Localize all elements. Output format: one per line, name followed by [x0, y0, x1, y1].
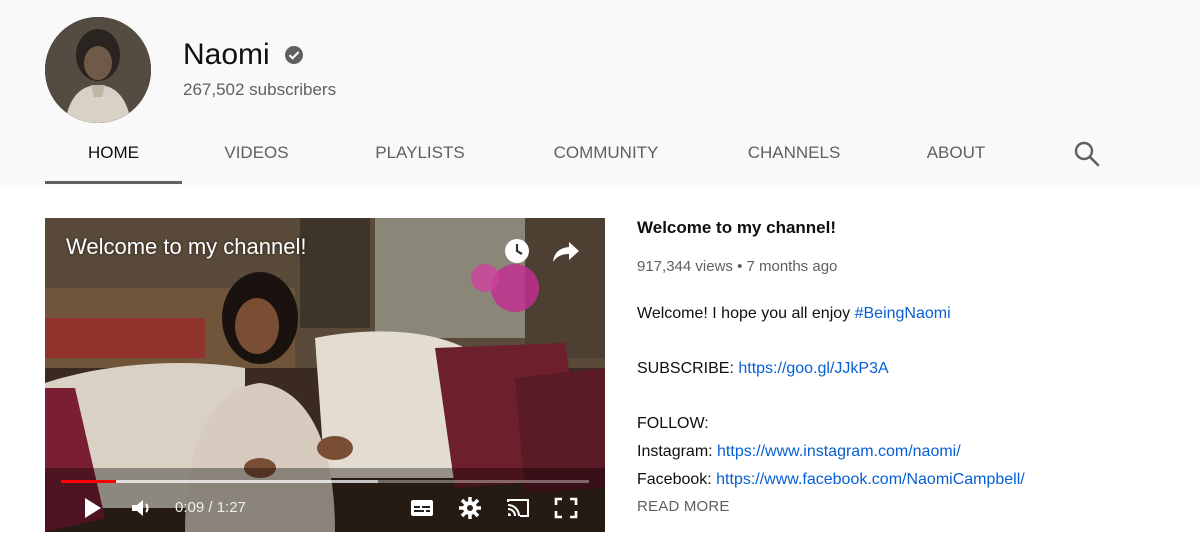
- play-icon[interactable]: [80, 496, 106, 520]
- instagram-label: Instagram:: [637, 443, 718, 460]
- description-line: Instagram: https://www.instagram.com/nao…: [637, 438, 1157, 466]
- read-more-button[interactable]: READ MORE: [637, 498, 1157, 515]
- tab-community[interactable]: COMMUNITY: [535, 133, 677, 185]
- video-title[interactable]: Welcome to my channel!: [637, 215, 1157, 241]
- share-arrow-icon[interactable]: [551, 236, 581, 266]
- verified-check-icon: [284, 46, 303, 64]
- subscribe-link[interactable]: https://goo.gl/JJkP3A: [738, 360, 888, 377]
- player-overlay-title[interactable]: Welcome to my channel!: [66, 234, 306, 260]
- cast-icon[interactable]: [505, 496, 531, 520]
- hashtag-link[interactable]: #BeingNaomi: [855, 305, 951, 322]
- video-player[interactable]: Welcome to my channel! 0:09 / 1:27: [45, 218, 605, 532]
- video-meta: 917,344 views • 7 months ago: [637, 258, 838, 275]
- channel-title: Naomi: [183, 38, 304, 72]
- captions-icon[interactable]: [409, 496, 435, 520]
- gear-icon[interactable]: [457, 496, 483, 520]
- video-description: Welcome! I hope you all enjoy #BeingNaom…: [637, 300, 1157, 494]
- tab-about[interactable]: ABOUT: [910, 133, 1002, 185]
- search-icon[interactable]: [1073, 140, 1101, 168]
- subscribe-label: SUBSCRIBE:: [637, 360, 739, 377]
- tab-channels[interactable]: CHANNELS: [732, 133, 856, 185]
- featured-video-info: Welcome to my channel! 917,344 views • 7…: [637, 215, 1157, 515]
- fullscreen-icon[interactable]: [553, 496, 579, 520]
- follow-label: FOLLOW:: [637, 415, 709, 432]
- facebook-link[interactable]: https://www.facebook.com/NaomiCampbell/: [716, 471, 1025, 488]
- tab-playlists[interactable]: PLAYLISTS: [360, 133, 480, 185]
- channel-avatar[interactable]: [45, 17, 151, 123]
- player-time: 0:09 / 1:27: [175, 499, 246, 516]
- progress-fill: [61, 480, 116, 483]
- tab-videos[interactable]: VIDEOS: [205, 133, 308, 185]
- channel-name: Naomi: [183, 38, 270, 71]
- volume-icon[interactable]: [129, 496, 155, 520]
- clock-icon[interactable]: [502, 236, 532, 266]
- channel-tabs: HOME VIDEOS PLAYLISTS COMMUNITY CHANNELS…: [0, 133, 1200, 185]
- progress-bar[interactable]: [61, 480, 589, 483]
- subscriber-count: 267,502 subscribers: [183, 80, 337, 99]
- description-intro: Welcome! I hope you all enjoy: [637, 305, 855, 322]
- description-line: Welcome! I hope you all enjoy #BeingNaom…: [637, 300, 1157, 328]
- tab-home[interactable]: HOME: [45, 133, 182, 185]
- facebook-label: Facebook:: [637, 471, 717, 488]
- description-line: SUBSCRIBE: https://goo.gl/JJkP3A: [637, 355, 1157, 383]
- description-line: Facebook: https://www.facebook.com/Naomi…: [637, 466, 1157, 494]
- instagram-link[interactable]: https://www.instagram.com/naomi/: [717, 443, 961, 460]
- active-tab-indicator: [45, 181, 182, 184]
